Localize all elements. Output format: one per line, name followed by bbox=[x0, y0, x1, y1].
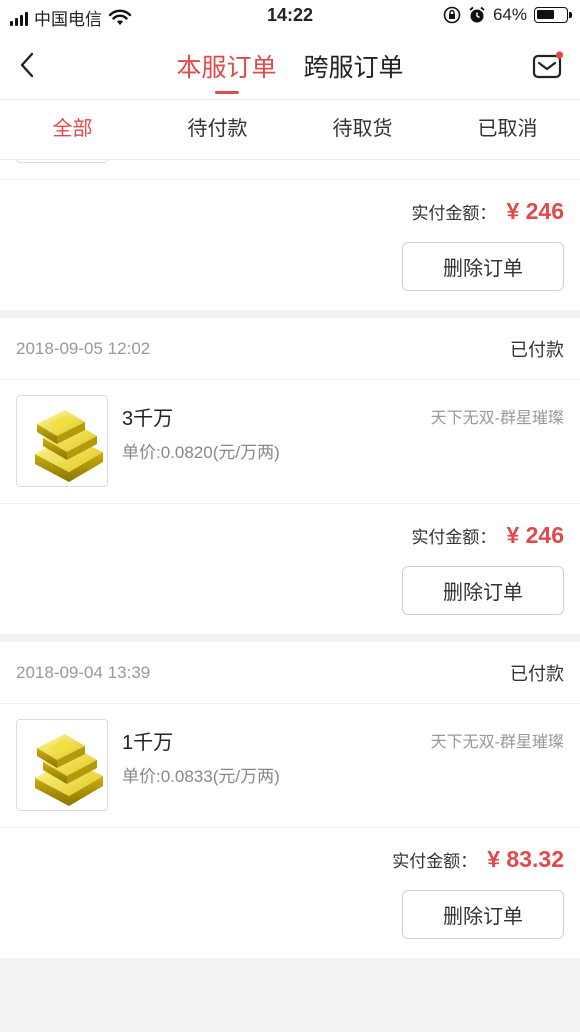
order-date: 2018-09-04 13:39 bbox=[16, 662, 151, 682]
item-unit-price: 单价:0.0833(元/万两) bbox=[122, 767, 280, 786]
order-item[interactable]: 3千万 单价:0.0820(元/万两) 天下无双-群星璀璨 bbox=[0, 160, 580, 180]
unread-dot bbox=[555, 51, 564, 59]
order-list[interactable]: 3千万 单价:0.0820(元/万两) 天下无双-群星璀璨 实付金额： ¥ 24… bbox=[0, 160, 580, 1032]
nav-bar: 本服订单 跨服订单 bbox=[0, 32, 580, 100]
order-card: 2018-09-05 12:02 已付款 3千万 单价:0.0820(元/万两)… bbox=[0, 318, 580, 634]
order-header: 2018-09-05 12:02 已付款 bbox=[0, 318, 580, 380]
paid-label: 实付金额： bbox=[392, 852, 478, 871]
battery-percent: 64% bbox=[492, 5, 527, 24]
orders-container: 3千万 单价:0.0820(元/万两) 天下无双-群星璀璨 实付金额： ¥ 24… bbox=[0, 160, 580, 966]
filter-pending-pickup[interactable]: 待取货 bbox=[290, 100, 435, 159]
gold-bars-icon bbox=[16, 719, 108, 811]
orientation-lock-icon bbox=[443, 6, 461, 24]
order-header: 2018-09-04 13:39 已付款 bbox=[0, 642, 580, 704]
mail-icon[interactable] bbox=[532, 50, 564, 80]
paid-summary: 实付金额： ¥ 246 bbox=[411, 522, 564, 549]
item-server: 天下无双-群星璀璨 bbox=[430, 734, 564, 751]
order-status: 已付款 bbox=[510, 339, 564, 360]
item-title: 1千万 bbox=[122, 732, 174, 754]
paid-label: 实付金额： bbox=[411, 204, 497, 223]
order-status: 已付款 bbox=[510, 663, 564, 684]
status-bar: 中国电信 14:22 64% bbox=[0, 0, 580, 32]
item-title: 3千万 bbox=[122, 408, 174, 430]
order-date: 2018-09-05 12:02 bbox=[16, 338, 151, 358]
paid-summary: 实付金额： ¥ 83.32 bbox=[392, 846, 564, 873]
order-footer: 实付金额： ¥ 246 删除订单 bbox=[0, 504, 580, 634]
delete-order-button[interactable]: 删除订单 bbox=[402, 890, 564, 939]
item-unit-price: 单价:0.0820(元/万两) bbox=[122, 443, 280, 462]
status-filter-tabs: 全部 待付款 待取货 已取消 bbox=[0, 100, 580, 160]
gold-bars-icon bbox=[16, 160, 108, 163]
order-item[interactable]: 3千万 单价:0.0820(元/万两) 天下无双-群星璀璨 bbox=[0, 380, 580, 504]
order-item[interactable]: 1千万 单价:0.0833(元/万两) 天下无双-群星璀璨 bbox=[0, 704, 580, 828]
tab-local-server-orders[interactable]: 本服订单 bbox=[177, 48, 277, 94]
order-scope-tabs: 本服订单 跨服订单 bbox=[0, 48, 580, 94]
battery-fill bbox=[537, 10, 554, 19]
tab-cross-server-orders[interactable]: 跨服订单 bbox=[303, 48, 403, 84]
filter-cancelled[interactable]: 已取消 bbox=[435, 100, 580, 159]
alarm-icon bbox=[469, 6, 485, 23]
delete-order-button[interactable]: 删除订单 bbox=[402, 242, 564, 291]
paid-amount: ¥ 246 bbox=[506, 522, 564, 548]
paid-summary: 实付金额： ¥ 246 bbox=[411, 198, 564, 225]
order-footer: 实付金额： ¥ 83.32 删除订单 bbox=[0, 828, 580, 958]
order-card: 2018-09-04 13:39 已付款 1千万 单价:0.0833(元/万两)… bbox=[0, 642, 580, 958]
delete-order-button[interactable]: 删除订单 bbox=[402, 566, 564, 615]
filter-all[interactable]: 全部 bbox=[0, 100, 145, 159]
battery-icon bbox=[534, 7, 572, 23]
order-card: 3千万 单价:0.0820(元/万两) 天下无双-群星璀璨 实付金额： ¥ 24… bbox=[0, 160, 580, 310]
order-footer: 实付金额： ¥ 246 删除订单 bbox=[0, 180, 580, 310]
filter-pending-payment[interactable]: 待付款 bbox=[145, 100, 290, 159]
paid-label: 实付金额： bbox=[411, 528, 497, 547]
gold-bars-icon bbox=[16, 395, 108, 487]
item-server: 天下无双-群星璀璨 bbox=[430, 410, 564, 427]
status-right: 64% bbox=[443, 5, 572, 25]
paid-amount: ¥ 246 bbox=[506, 198, 564, 224]
battery-nub bbox=[569, 12, 572, 18]
paid-amount: ¥ 83.32 bbox=[487, 846, 564, 872]
